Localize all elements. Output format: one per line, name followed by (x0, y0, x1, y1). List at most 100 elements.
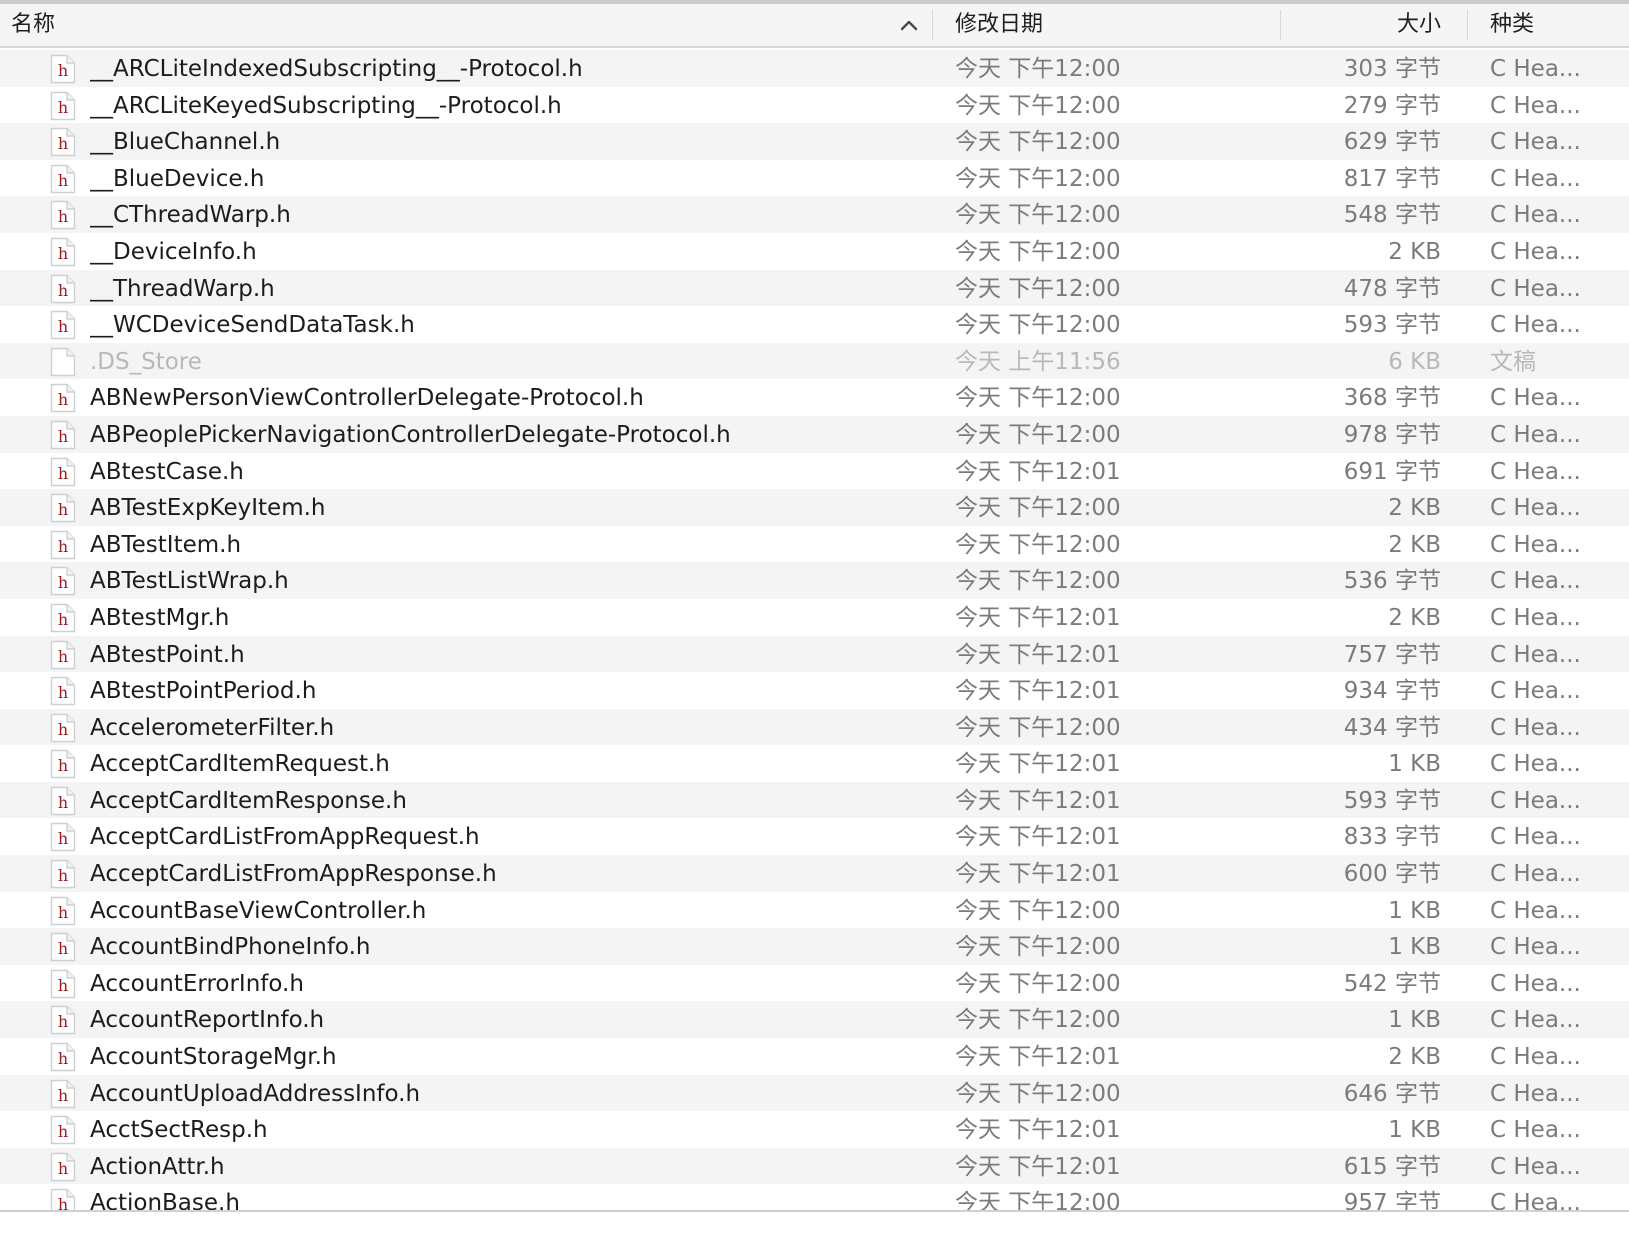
file-row[interactable]: h AcceptCardItemRequest.h 今天 下午12:01 1 K… (0, 745, 1629, 782)
file-size: 2 KB (1388, 238, 1441, 265)
header-file-icon: h (50, 201, 76, 230)
file-modified-date: 今天 下午12:00 (955, 568, 1121, 595)
file-row[interactable]: h AccountBaseViewController.h 今天 下午12:00… (0, 891, 1629, 929)
file-modified-date: 今天 下午12:01 (955, 1117, 1121, 1144)
file-name: ActionAttr.h (90, 1153, 225, 1180)
header-file-icon: h (50, 457, 76, 486)
file-row[interactable]: h AcctSectResp.h 今天 下午12:01 1 KB C Hea..… (0, 1111, 1629, 1148)
file-row[interactable]: h ABtestPoint.h 今天 下午12:01 757 字节 C Hea.… (0, 635, 1629, 673)
header-file-icon: h (50, 127, 76, 157)
file-row[interactable]: h ActionAttr.h 今天 下午12:01 615 字节 C Hea..… (0, 1147, 1629, 1185)
file-kind: C Hea... (1490, 568, 1581, 595)
file-modified-date: 今天 下午12:01 (955, 604, 1121, 631)
svg-text:h: h (58, 1086, 68, 1105)
file-row[interactable]: h ABTestExpKeyItem.h 今天 下午12:00 2 KB C H… (0, 489, 1629, 526)
svg-text:h: h (58, 1195, 68, 1210)
file-name: ActionBase.h (90, 1190, 240, 1210)
file-row[interactable]: h AcceptCardListFromAppRequest.h 今天 下午12… (0, 818, 1629, 856)
file-name: AcctSectResp.h (90, 1117, 268, 1144)
file-kind: C Hea... (1490, 678, 1581, 705)
header-file-icon: h (50, 1152, 76, 1182)
file-row[interactable]: h __ARCLiteIndexedSubscripting__-Protoco… (0, 50, 1629, 87)
chevron-up-icon[interactable] (898, 17, 920, 33)
file-row[interactable]: h ABTestItem.h 今天 下午12:00 2 KB C Hea... (0, 525, 1629, 563)
file-size: 1 KB (1388, 1117, 1441, 1144)
file-kind: C Hea... (1490, 1190, 1581, 1210)
file-name: ABtestCase.h (90, 458, 244, 485)
file-modified-date: 今天 下午12:01 (955, 787, 1121, 814)
file-size: 542 字节 (1343, 970, 1441, 997)
file-modified-date: 今天 下午12:00 (955, 531, 1121, 558)
file-size: 1 KB (1388, 897, 1441, 924)
file-kind: C Hea... (1490, 604, 1581, 631)
svg-text:h: h (58, 976, 68, 995)
file-row[interactable]: h ABPeoplePickerNavigationControllerDele… (0, 415, 1629, 453)
file-row[interactable]: h AccountBindPhoneInfo.h 今天 下午12:00 1 KB… (0, 928, 1629, 965)
column-header-name[interactable]: 名称 (11, 4, 55, 46)
file-size: 593 字节 (1343, 787, 1441, 814)
column-divider[interactable] (1467, 10, 1468, 40)
file-row[interactable]: h AccelerometerFilter.h 今天 下午12:00 434 字… (0, 708, 1629, 746)
file-name: AccountBaseViewController.h (90, 897, 427, 924)
file-row[interactable]: h AccountReportInfo.h 今天 下午12:00 1 KB C … (0, 1001, 1629, 1039)
file-kind: C Hea... (1490, 202, 1581, 229)
file-kind: C Hea... (1490, 934, 1581, 961)
file-row[interactable]: h ABNewPersonViewControllerDelegate-Prot… (0, 379, 1629, 416)
file-kind: C Hea... (1490, 641, 1581, 668)
file-row[interactable]: h __BlueChannel.h 今天 下午12:00 629 字节 C He… (0, 123, 1629, 160)
file-modified-date: 今天 下午12:00 (955, 897, 1121, 924)
column-header-date[interactable]: 修改日期 (955, 4, 1043, 46)
file-row[interactable]: h AcceptCardItemResponse.h 今天 下午12:01 59… (0, 781, 1629, 819)
file-name: ABtestMgr.h (90, 604, 230, 631)
file-size: 2 KB (1388, 1044, 1441, 1071)
file-row[interactable]: h __ARCLiteKeyedSubscripting__-Protocol.… (0, 86, 1629, 124)
file-kind: C Hea... (1490, 165, 1581, 192)
svg-text:h: h (58, 756, 68, 775)
file-row[interactable]: h __DeviceInfo.h 今天 下午12:00 2 KB C Hea..… (0, 232, 1629, 270)
column-header-kind[interactable]: 种类 (1490, 4, 1534, 46)
file-kind: C Hea... (1490, 970, 1581, 997)
file-row[interactable]: h AccountUploadAddressInfo.h 今天 下午12:00 … (0, 1074, 1629, 1112)
file-modified-date: 今天 上午11:56 (955, 348, 1121, 375)
column-header-size[interactable]: 大小 (1283, 4, 1441, 46)
header-file-icon: h (50, 1079, 76, 1108)
file-row[interactable]: h ABtestMgr.h 今天 下午12:01 2 KB C Hea... (0, 598, 1629, 636)
file-modified-date: 今天 下午12:01 (955, 751, 1121, 778)
file-size: 1 KB (1388, 751, 1441, 778)
file-name: AccountReportInfo.h (90, 1007, 325, 1034)
finder-list-window: 名称 修改日期 大小 种类 h __ARCLiteIndexedSubscrip… (0, 0, 1629, 1258)
header-file-icon: h (50, 274, 76, 303)
file-kind: 文稿 (1490, 348, 1536, 375)
file-row[interactable]: h ABtestCase.h 今天 下午12:01 691 字节 C Hea..… (0, 452, 1629, 490)
header-file-icon: h (50, 530, 76, 559)
svg-text:h: h (58, 793, 68, 812)
file-name: ABTestItem.h (90, 531, 242, 558)
svg-text:h: h (58, 500, 68, 519)
file-kind: C Hea... (1490, 458, 1581, 485)
file-name: __DeviceInfo.h (90, 238, 257, 265)
file-row[interactable]: h ABtestPointPeriod.h 今天 下午12:01 934 字节 … (0, 672, 1629, 709)
file-size: 1 KB (1388, 934, 1441, 961)
file-row[interactable]: h __CThreadWarp.h 今天 下午12:00 548 字节 C He… (0, 196, 1629, 233)
file-name: AcceptCardItemResponse.h (90, 787, 407, 814)
file-row[interactable]: h ABTestListWrap.h 今天 下午12:00 536 字节 C H… (0, 562, 1629, 599)
file-size: 934 字节 (1343, 678, 1441, 705)
file-modified-date: 今天 下午12:00 (955, 202, 1121, 229)
column-divider[interactable] (932, 10, 933, 40)
header-file-icon: h (50, 969, 76, 999)
file-modified-date: 今天 下午12:01 (955, 861, 1121, 888)
column-divider[interactable] (1280, 10, 1281, 40)
file-row[interactable]: h __BlueDevice.h 今天 下午12:00 817 字节 C Hea… (0, 159, 1629, 197)
file-row[interactable]: h ActionBase.h 今天 下午12:00 957 字节 C Hea..… (0, 1184, 1629, 1210)
file-row[interactable]: h __ThreadWarp.h 今天 下午12:00 478 字节 C Hea… (0, 269, 1629, 307)
svg-text:h: h (58, 939, 68, 958)
file-name: AcceptCardListFromAppResponse.h (90, 861, 497, 888)
file-size: 691 字节 (1343, 458, 1441, 485)
file-row[interactable]: h AccountStorageMgr.h 今天 下午12:01 2 KB C … (0, 1038, 1629, 1075)
file-row[interactable]: .DS_Store 今天 上午11:56 6 KB 文稿 (0, 342, 1629, 380)
file-name: ABPeoplePickerNavigationControllerDelega… (90, 421, 731, 448)
file-row[interactable]: h __WCDeviceSendDataTask.h 今天 下午12:00 59… (0, 306, 1629, 343)
file-row[interactable]: h AcceptCardListFromAppResponse.h 今天 下午1… (0, 855, 1629, 892)
file-row[interactable]: h AccountErrorInfo.h 今天 下午12:00 542 字节 C… (0, 964, 1629, 1002)
svg-text:h: h (58, 390, 68, 409)
